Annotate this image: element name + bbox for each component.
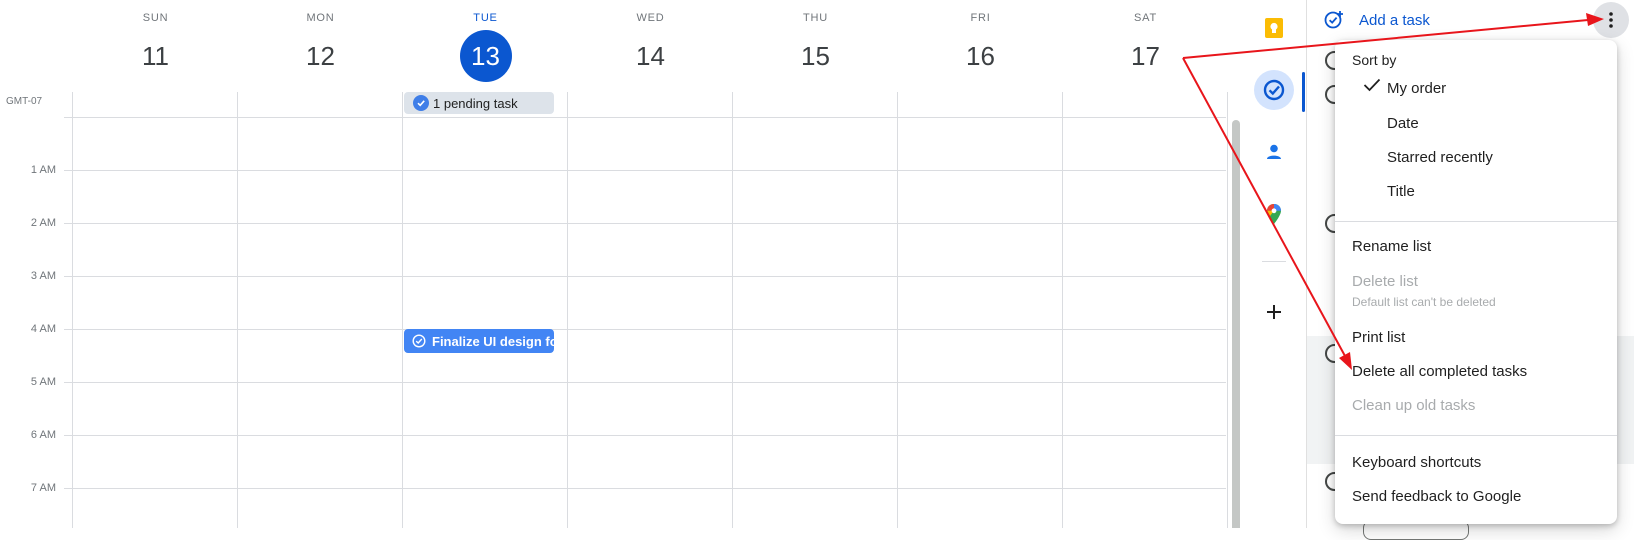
sort-option-my-order[interactable]: My order <box>1387 80 1446 97</box>
hour-line <box>64 170 1226 171</box>
hour-label: 7 AM <box>30 482 56 494</box>
hour-line <box>64 223 1226 224</box>
task-event-chip[interactable]: Finalize UI design fo <box>404 329 554 353</box>
send-feedback-item[interactable]: Send feedback to Google <box>1352 488 1521 505</box>
calendar-week-view: SUN 11 MON 12 TUE 13 WED 14 THU 15 FRI 1… <box>0 0 1242 528</box>
delete-completed-tasks-item[interactable]: Delete all completed tasks <box>1352 363 1527 380</box>
sort-option-title[interactable]: Title <box>1387 183 1415 200</box>
hour-line <box>64 276 1226 277</box>
day-name: TUE <box>473 12 498 24</box>
day-number[interactable]: 14 <box>625 30 677 82</box>
grid-column-divider <box>402 92 403 528</box>
day-name: WED <box>636 12 665 24</box>
delete-list-note: Default list can't be deleted <box>1352 295 1496 309</box>
grid-column-divider <box>237 92 238 528</box>
day-number[interactable]: 17 <box>1120 30 1172 82</box>
grid-column-divider <box>72 92 73 528</box>
day-name: MON <box>306 12 335 24</box>
day-number[interactable]: 16 <box>955 30 1007 82</box>
grid-column-divider <box>732 92 733 528</box>
contacts-icon[interactable] <box>1254 132 1294 172</box>
day-header-thu[interactable]: THU 15 <box>733 0 898 92</box>
day-header-fri[interactable]: FRI 16 <box>898 0 1063 92</box>
event-title: Finalize UI design fo <box>432 333 554 349</box>
active-indicator <box>1302 72 1305 112</box>
task-check-icon <box>412 334 426 348</box>
all-day-divider <box>64 117 1226 118</box>
maps-icon[interactable] <box>1254 194 1294 234</box>
hour-line <box>64 382 1226 383</box>
rename-list-item[interactable]: Rename list <box>1352 238 1431 255</box>
more-vert-icon <box>1609 12 1613 28</box>
calendar-scrollbar[interactable] <box>1232 120 1240 528</box>
hour-label: 1 AM <box>30 164 56 176</box>
day-name: FRI <box>970 12 991 24</box>
check-icon <box>1363 78 1381 97</box>
task-check-icon <box>413 95 429 111</box>
menu-divider <box>1335 221 1617 222</box>
clean-up-old-tasks-item: Clean up old tasks <box>1352 397 1476 414</box>
side-app-rail <box>1242 0 1306 528</box>
sort-option-date[interactable]: Date <box>1387 115 1419 132</box>
timezone-label: GMT-07 <box>6 96 43 107</box>
day-header-sun[interactable]: SUN 11 <box>73 0 238 92</box>
day-header-wed[interactable]: WED 14 <box>568 0 733 92</box>
hour-label: 6 AM <box>30 429 56 441</box>
grid-column-divider <box>567 92 568 528</box>
grid-column-divider <box>1062 92 1063 528</box>
hour-line <box>64 435 1226 436</box>
rail-divider <box>1262 261 1286 262</box>
add-task-icon <box>1324 11 1343 29</box>
add-icon[interactable] <box>1254 292 1294 332</box>
hour-label: 4 AM <box>30 323 56 335</box>
day-number[interactable]: 13 <box>459 30 512 82</box>
sort-by-heading: Sort by <box>1352 52 1397 68</box>
menu-divider <box>1335 435 1617 436</box>
grid-column-divider <box>897 92 898 528</box>
keep-icon[interactable] <box>1254 8 1294 48</box>
hour-line <box>64 329 1226 330</box>
delete-list-item: Delete list <box>1352 273 1418 290</box>
hour-label: 5 AM <box>30 376 56 388</box>
day-number[interactable]: 12 <box>295 30 347 82</box>
keyboard-shortcuts-item[interactable]: Keyboard shortcuts <box>1352 454 1481 471</box>
print-list-item[interactable]: Print list <box>1352 329 1405 346</box>
day-name: SAT <box>1134 12 1157 24</box>
pending-task-label: 1 pending task <box>433 95 518 111</box>
grid-column-divider <box>1227 92 1228 528</box>
hour-line <box>64 488 1226 489</box>
pending-task-chip[interactable]: 1 pending task <box>404 92 554 114</box>
day-number[interactable]: 11 <box>130 30 182 82</box>
day-name: SUN <box>142 12 169 24</box>
add-task-label: Add a task <box>1359 11 1430 29</box>
hour-label: 3 AM <box>30 270 56 282</box>
tasks-icon[interactable] <box>1254 70 1294 110</box>
day-number[interactable]: 15 <box>790 30 842 82</box>
add-task-button[interactable]: Add a task <box>1323 8 1430 32</box>
sort-option-starred-recently[interactable]: Starred recently <box>1387 149 1493 166</box>
day-header-tue[interactable]: TUE 13 <box>403 0 568 92</box>
day-name: THU <box>802 12 828 24</box>
more-options-button[interactable] <box>1593 2 1629 38</box>
day-header-sat[interactable]: SAT 17 <box>1063 0 1228 92</box>
task-list-options-menu: Sort by My order Date Starred recently T… <box>1335 40 1617 524</box>
day-header-mon[interactable]: MON 12 <box>238 0 403 92</box>
hour-label: 2 AM <box>30 217 56 229</box>
